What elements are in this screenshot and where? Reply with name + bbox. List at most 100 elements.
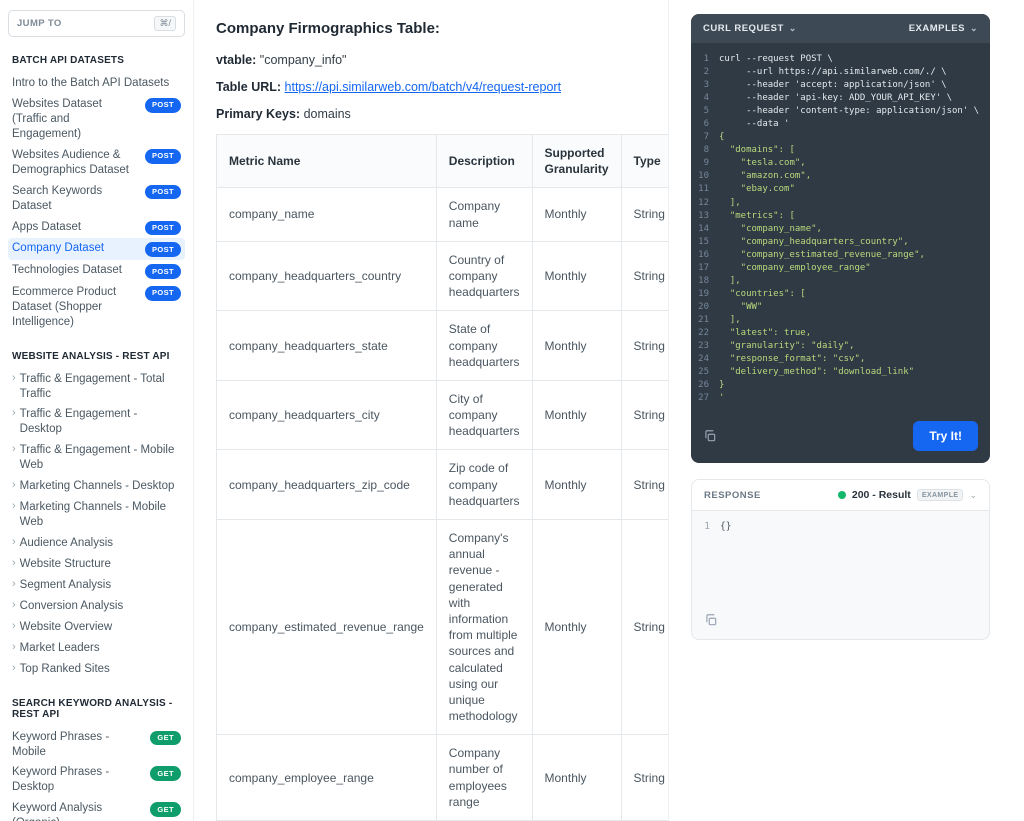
chevron-down-icon: ⌄ [788, 23, 797, 33]
code-line: 23 "granularity": "daily", [698, 341, 855, 352]
response-code: 1{} [692, 511, 989, 607]
sidebar: JUMP TO ⌘/ BATCH API DATASETS Intro to t… [0, 0, 194, 821]
jump-to-label: JUMP TO [17, 18, 62, 29]
main-content: Company Firmographics Table: vtable: "co… [194, 0, 668, 821]
get-badge: GET [150, 730, 181, 746]
curl-request-footer: Try It! [691, 411, 990, 463]
code-line: 12 ], [698, 197, 741, 208]
sidebar-item[interactable]: › Segment Analysis [8, 575, 185, 596]
curl-request-dropdown[interactable]: CURL REQUEST ⌄ [703, 23, 797, 34]
copy-response-button[interactable] [704, 613, 718, 627]
table-url-link[interactable]: https://api.similarweb.com/batch/v4/requ… [285, 80, 562, 94]
curl-request-title: CURL REQUEST [703, 23, 784, 34]
code-line: 16 "company_estimated_revenue_range", [698, 249, 925, 260]
jump-to-search[interactable]: JUMP TO ⌘/ [8, 10, 185, 37]
code-line: 19 "countries": [ [698, 288, 806, 299]
sidebar-item-search-keywords[interactable]: Search Keywords Dataset POST [8, 181, 185, 217]
examples-label: EXAMPLES [908, 23, 965, 34]
sidebar-item[interactable]: › Marketing Channels - Mobile Web [8, 497, 185, 533]
code-line: 2 --url https://api.similarweb.com/./ \ [703, 67, 947, 78]
response-example-dropdown[interactable]: 200 - Result EXAMPLE ⌄ [837, 489, 977, 502]
curl-request-header: CURL REQUEST ⌄ EXAMPLES ⌄ [691, 14, 990, 43]
column-header: Type [620, 133, 668, 189]
sidebar-item[interactable]: › Traffic & Engagement - Mobile Web [8, 440, 185, 476]
right-panel: CURL REQUEST ⌄ EXAMPLES ⌄ 1 curl --reques… [668, 0, 1024, 821]
sidebar-item-technologies-dataset[interactable]: Technologies Dataset POST [8, 260, 185, 282]
sidebar-item[interactable]: › Traffic & Engagement - Total Traffic [8, 369, 185, 405]
sidebar-item-intro[interactable]: Intro to the Batch API Datasets [8, 73, 185, 94]
code-line: 27 ' [698, 393, 725, 404]
column-header: Metric Name [216, 133, 437, 189]
sidebar-item-company-dataset[interactable]: Company Dataset POST [8, 238, 185, 260]
chevron-down-icon: ⌄ [969, 489, 977, 500]
status-ok-dot [837, 491, 846, 500]
copy-icon [706, 614, 717, 626]
response-header: RESPONSE 200 - Result EXAMPLE ⌄ [692, 480, 989, 512]
code-line: 5 --header 'content-type: application/js… [703, 106, 980, 117]
sidebar-item[interactable]: › Conversion Analysis [8, 596, 185, 617]
table-url-label: Table URL: [216, 80, 282, 94]
curl-request-panel: CURL REQUEST ⌄ EXAMPLES ⌄ 1 curl --reques… [691, 14, 990, 464]
code-line: 26} [698, 380, 725, 391]
sidebar-item[interactable]: Keyword Analysis (Organic)GET [8, 798, 185, 821]
code-line: 6 --data ' [703, 119, 790, 130]
code-line: 18 ], [698, 275, 741, 286]
sidebar-item-ecommerce-dataset[interactable]: Ecommerce Product Dataset (Shopper Intel… [8, 282, 185, 333]
example-badge: EXAMPLE [916, 489, 964, 502]
table-url-line: Table URL: https://api.similarweb.com/ba… [216, 80, 642, 94]
metrics-table: Metric Name Description Supported Granul… [216, 133, 668, 821]
post-badge: POST [144, 148, 181, 164]
chevron-right-icon: › [12, 598, 16, 611]
sidebar-item[interactable]: › Top Ranked Sites [8, 659, 185, 680]
column-header: Supported Granularity [531, 133, 622, 189]
post-badge: POST [144, 285, 181, 301]
table-row: company_name Company name Monthly String [216, 187, 668, 242]
chevron-right-icon: › [12, 556, 16, 569]
vtable-line: vtable: "company_info" [216, 53, 642, 67]
chevron-right-icon: › [12, 443, 16, 456]
code-line: 9 "tesla.com", [703, 158, 806, 169]
code-line: 7{ [703, 132, 725, 143]
chevron-right-icon: › [12, 536, 16, 548]
sidebar-section-search-keyword: SEARCH KEYWORD ANALYSIS - REST API Keywo… [8, 698, 185, 821]
chevron-right-icon: › [12, 640, 16, 653]
table-row: company_headquarters_city City of compan… [216, 379, 668, 451]
table-row: company_headquarters_zip_code Zip code o… [216, 449, 668, 520]
post-badge: POST [144, 184, 181, 200]
sidebar-item[interactable]: Keyword Phrases - Desktop GET [8, 762, 185, 798]
post-badge: POST [144, 97, 181, 113]
code-line: 17 "company_employee_range" [698, 262, 871, 273]
chevron-right-icon: › [12, 661, 16, 674]
chevron-right-icon: › [12, 577, 16, 590]
sidebar-item[interactable]: › Market Leaders [8, 638, 185, 659]
sidebar-item-websites-dataset[interactable]: Websites Dataset (Traffic and Engagement… [8, 94, 185, 145]
post-badge: POST [144, 220, 181, 236]
code-line: 11 "ebay.com" [698, 184, 795, 195]
sidebar-item-websites-audience[interactable]: Websites Audience & Demographics Dataset… [8, 145, 185, 181]
sidebar-item[interactable]: › Traffic & Engagement - Desktop [8, 404, 185, 440]
column-header: Description [435, 133, 533, 189]
sidebar-item[interactable]: › Marketing Channels - Desktop [8, 476, 185, 497]
sidebar-item[interactable]: Keyword Phrases - Mobile GET [8, 727, 185, 763]
response-title: RESPONSE [704, 489, 761, 501]
sidebar-item-apps-dataset[interactable]: Apps Dataset POST [8, 217, 185, 239]
code-line: 1 curl --request POST \ [703, 54, 833, 64]
sidebar-item[interactable]: › Website Structure [8, 554, 185, 575]
chevron-down-icon: ⌄ [969, 23, 978, 33]
copy-icon [705, 430, 716, 442]
examples-dropdown[interactable]: EXAMPLES ⌄ [909, 23, 978, 34]
primary-keys-label: Primary Keys: [216, 107, 301, 121]
table-header-row: Metric Name Description Supported Granul… [216, 133, 668, 189]
code-line: 4 --header 'api-key: ADD_YOUR_API_KEY' \ [703, 93, 952, 104]
chevron-right-icon: › [12, 500, 16, 513]
table-row: company_headquarters_country Country of … [216, 240, 668, 312]
chevron-right-icon: › [12, 407, 16, 420]
response-footer [692, 607, 989, 639]
response-panel: RESPONSE 200 - Result EXAMPLE ⌄ 1{} [691, 479, 990, 641]
sidebar-item[interactable]: › Website Overview [8, 617, 185, 638]
copy-code-button[interactable] [703, 429, 717, 443]
sidebar-item[interactable]: › Audience Analysis [8, 533, 185, 554]
try-it-button[interactable]: Try It! [913, 421, 978, 452]
code-line: 15 "company_headquarters_country", [698, 236, 909, 247]
code-line: 8 "domains": [ [703, 145, 795, 156]
